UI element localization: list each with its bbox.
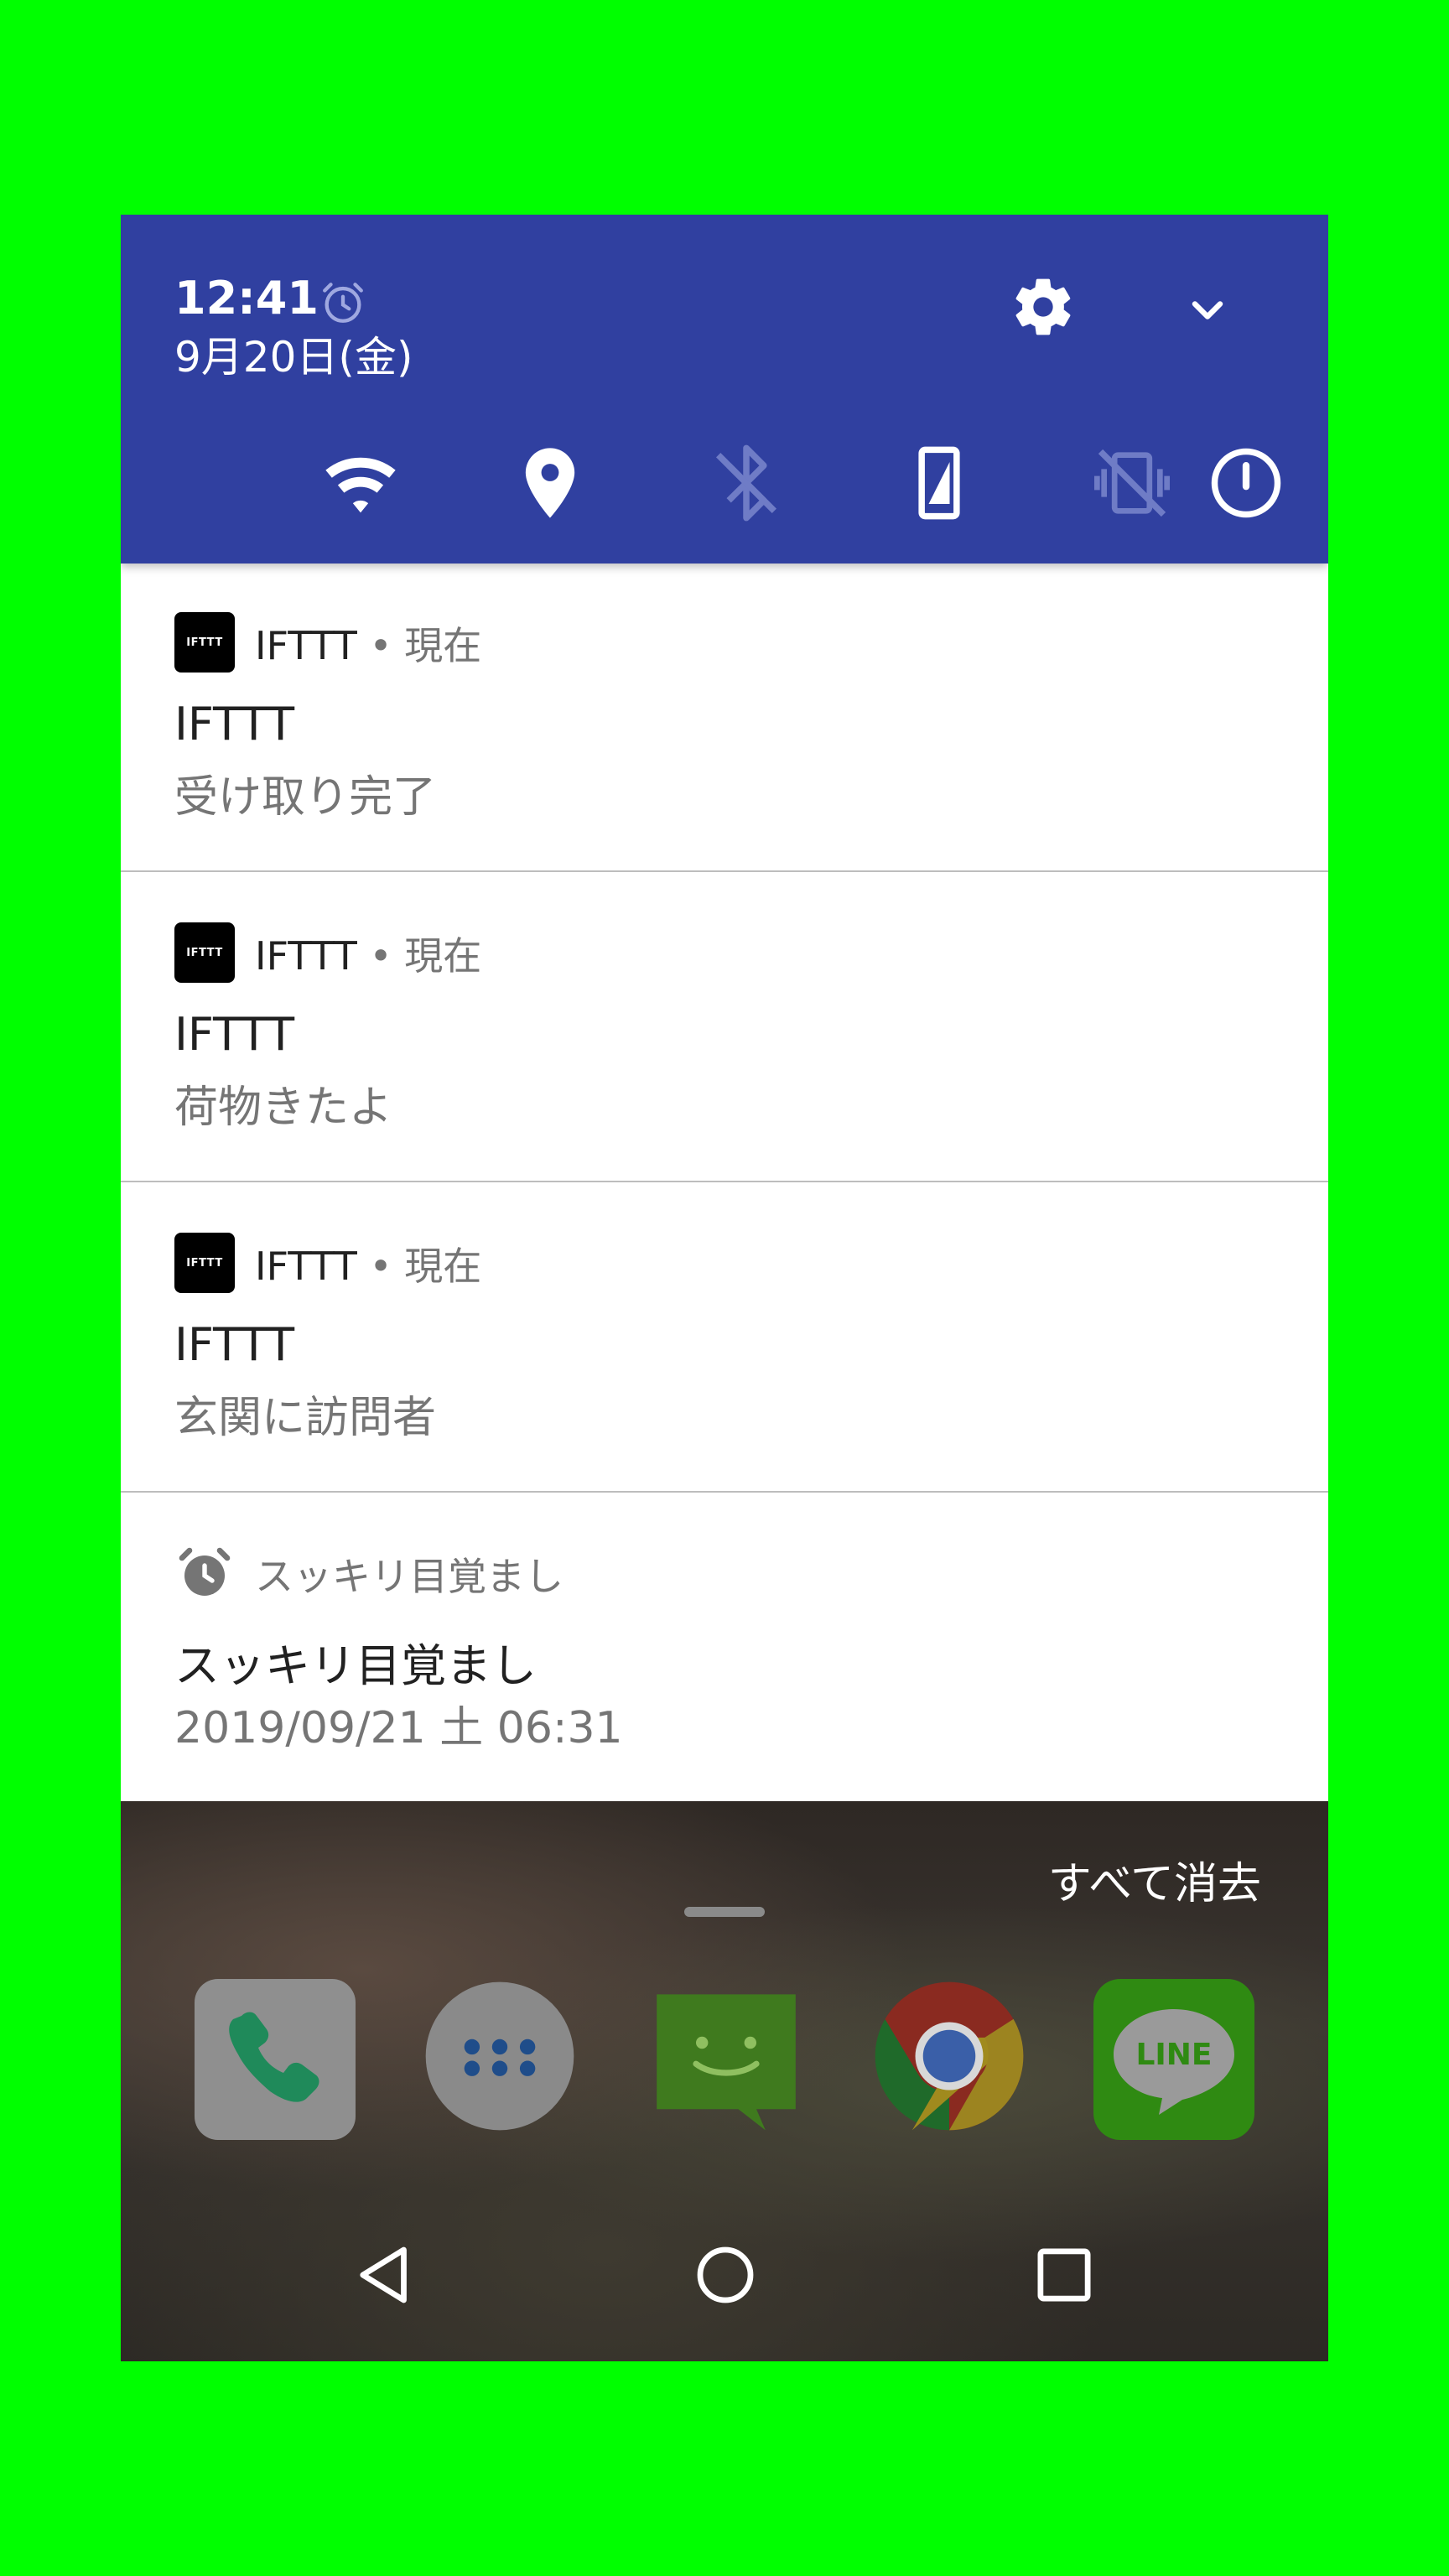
- separator: •: [356, 1244, 405, 1289]
- notification-header: IFTTT • 現在: [255, 615, 481, 671]
- gear-icon[interactable]: [1010, 273, 1077, 340]
- quick-settings-panel: 12:41 9月20日(金): [121, 215, 1328, 564]
- power-icon[interactable]: [1211, 441, 1328, 525]
- location-pin-icon[interactable]: [508, 441, 592, 525]
- messages-icon[interactable]: [651, 1982, 802, 2137]
- notification-title: IFTTT: [174, 698, 295, 750]
- vibrate-off-icon[interactable]: [1090, 441, 1174, 525]
- ifttt-app-icon: IFTTT: [174, 922, 235, 983]
- line-label: LINE: [1135, 2038, 1212, 2072]
- app-name: IFTTT: [255, 933, 357, 979]
- separator: •: [356, 623, 405, 668]
- app-name: IFTTT: [255, 1244, 357, 1289]
- chrome-icon[interactable]: [872, 1979, 1026, 2137]
- line-icon[interactable]: LINE: [1090, 1976, 1258, 2147]
- notification-text: 受け取り完了: [174, 772, 437, 823]
- notification-header: IFTTT • 現在: [255, 1236, 481, 1291]
- rotate-icon[interactable]: [897, 441, 981, 525]
- notification-item[interactable]: IFTTT IFTTT • 現在 IFTTT 玄関に訪問者: [121, 1184, 1328, 1493]
- app-drawer-icon[interactable]: [423, 1979, 577, 2137]
- recents-icon[interactable]: [1026, 2237, 1102, 2313]
- bluetooth-off-icon[interactable]: [704, 441, 788, 525]
- drawer-handle[interactable]: [684, 1907, 765, 1917]
- timestamp: 現在: [404, 1244, 482, 1289]
- timestamp: 現在: [404, 933, 482, 979]
- notification-item[interactable]: IFTTT IFTTT • 現在 IFTTT 荷物きたよ: [121, 874, 1328, 1182]
- separator: •: [356, 933, 405, 979]
- home-screen-area: すべて消去 LINE: [121, 1801, 1328, 2361]
- status-time: 12:41: [174, 272, 319, 325]
- notification-title: IFTTT: [174, 1008, 295, 1061]
- notification-title: スッキリ目覚まし: [174, 1639, 537, 1692]
- phone-icon[interactable]: [191, 1976, 359, 2147]
- phone-screen: 12:41 9月20日(金) IFTTT IFTTT • 現在 IFTTT 受け…: [121, 215, 1328, 2361]
- chevron-down-icon[interactable]: [1182, 285, 1233, 335]
- ifttt-app-icon: IFTTT: [174, 1233, 235, 1293]
- home-icon[interactable]: [688, 2237, 763, 2313]
- wifi-icon[interactable]: [319, 441, 402, 525]
- clear-all-button[interactable]: すべて消去: [1048, 1848, 1261, 1911]
- alarm-clock-icon: [179, 1547, 231, 1596]
- ifttt-app-icon: IFTTT: [174, 612, 235, 673]
- notification-text: 荷物きたよ: [174, 1083, 393, 1133]
- app-name: IFTTT: [255, 623, 357, 668]
- notification-text: 2019/09/21 土 06:31: [174, 1703, 623, 1753]
- back-icon[interactable]: [347, 2237, 423, 2313]
- status-date: 9月20日(金): [174, 333, 413, 382]
- notification-item[interactable]: IFTTT IFTTT • 現在 IFTTT 受け取り完了: [121, 564, 1328, 872]
- notification-item[interactable]: スッキリ目覚まし スッキリ目覚まし 2019/09/21 土 06:31: [121, 1494, 1328, 1803]
- alarm-icon: [323, 283, 363, 323]
- quick-tiles-row: [121, 441, 1328, 525]
- notification-title: IFTTT: [174, 1318, 295, 1371]
- timestamp: 現在: [404, 623, 482, 668]
- app-name: スッキリ目覚まし: [255, 1554, 564, 1599]
- notification-text: 玄関に訪問者: [174, 1393, 437, 1443]
- notification-header: IFTTT • 現在: [255, 926, 481, 981]
